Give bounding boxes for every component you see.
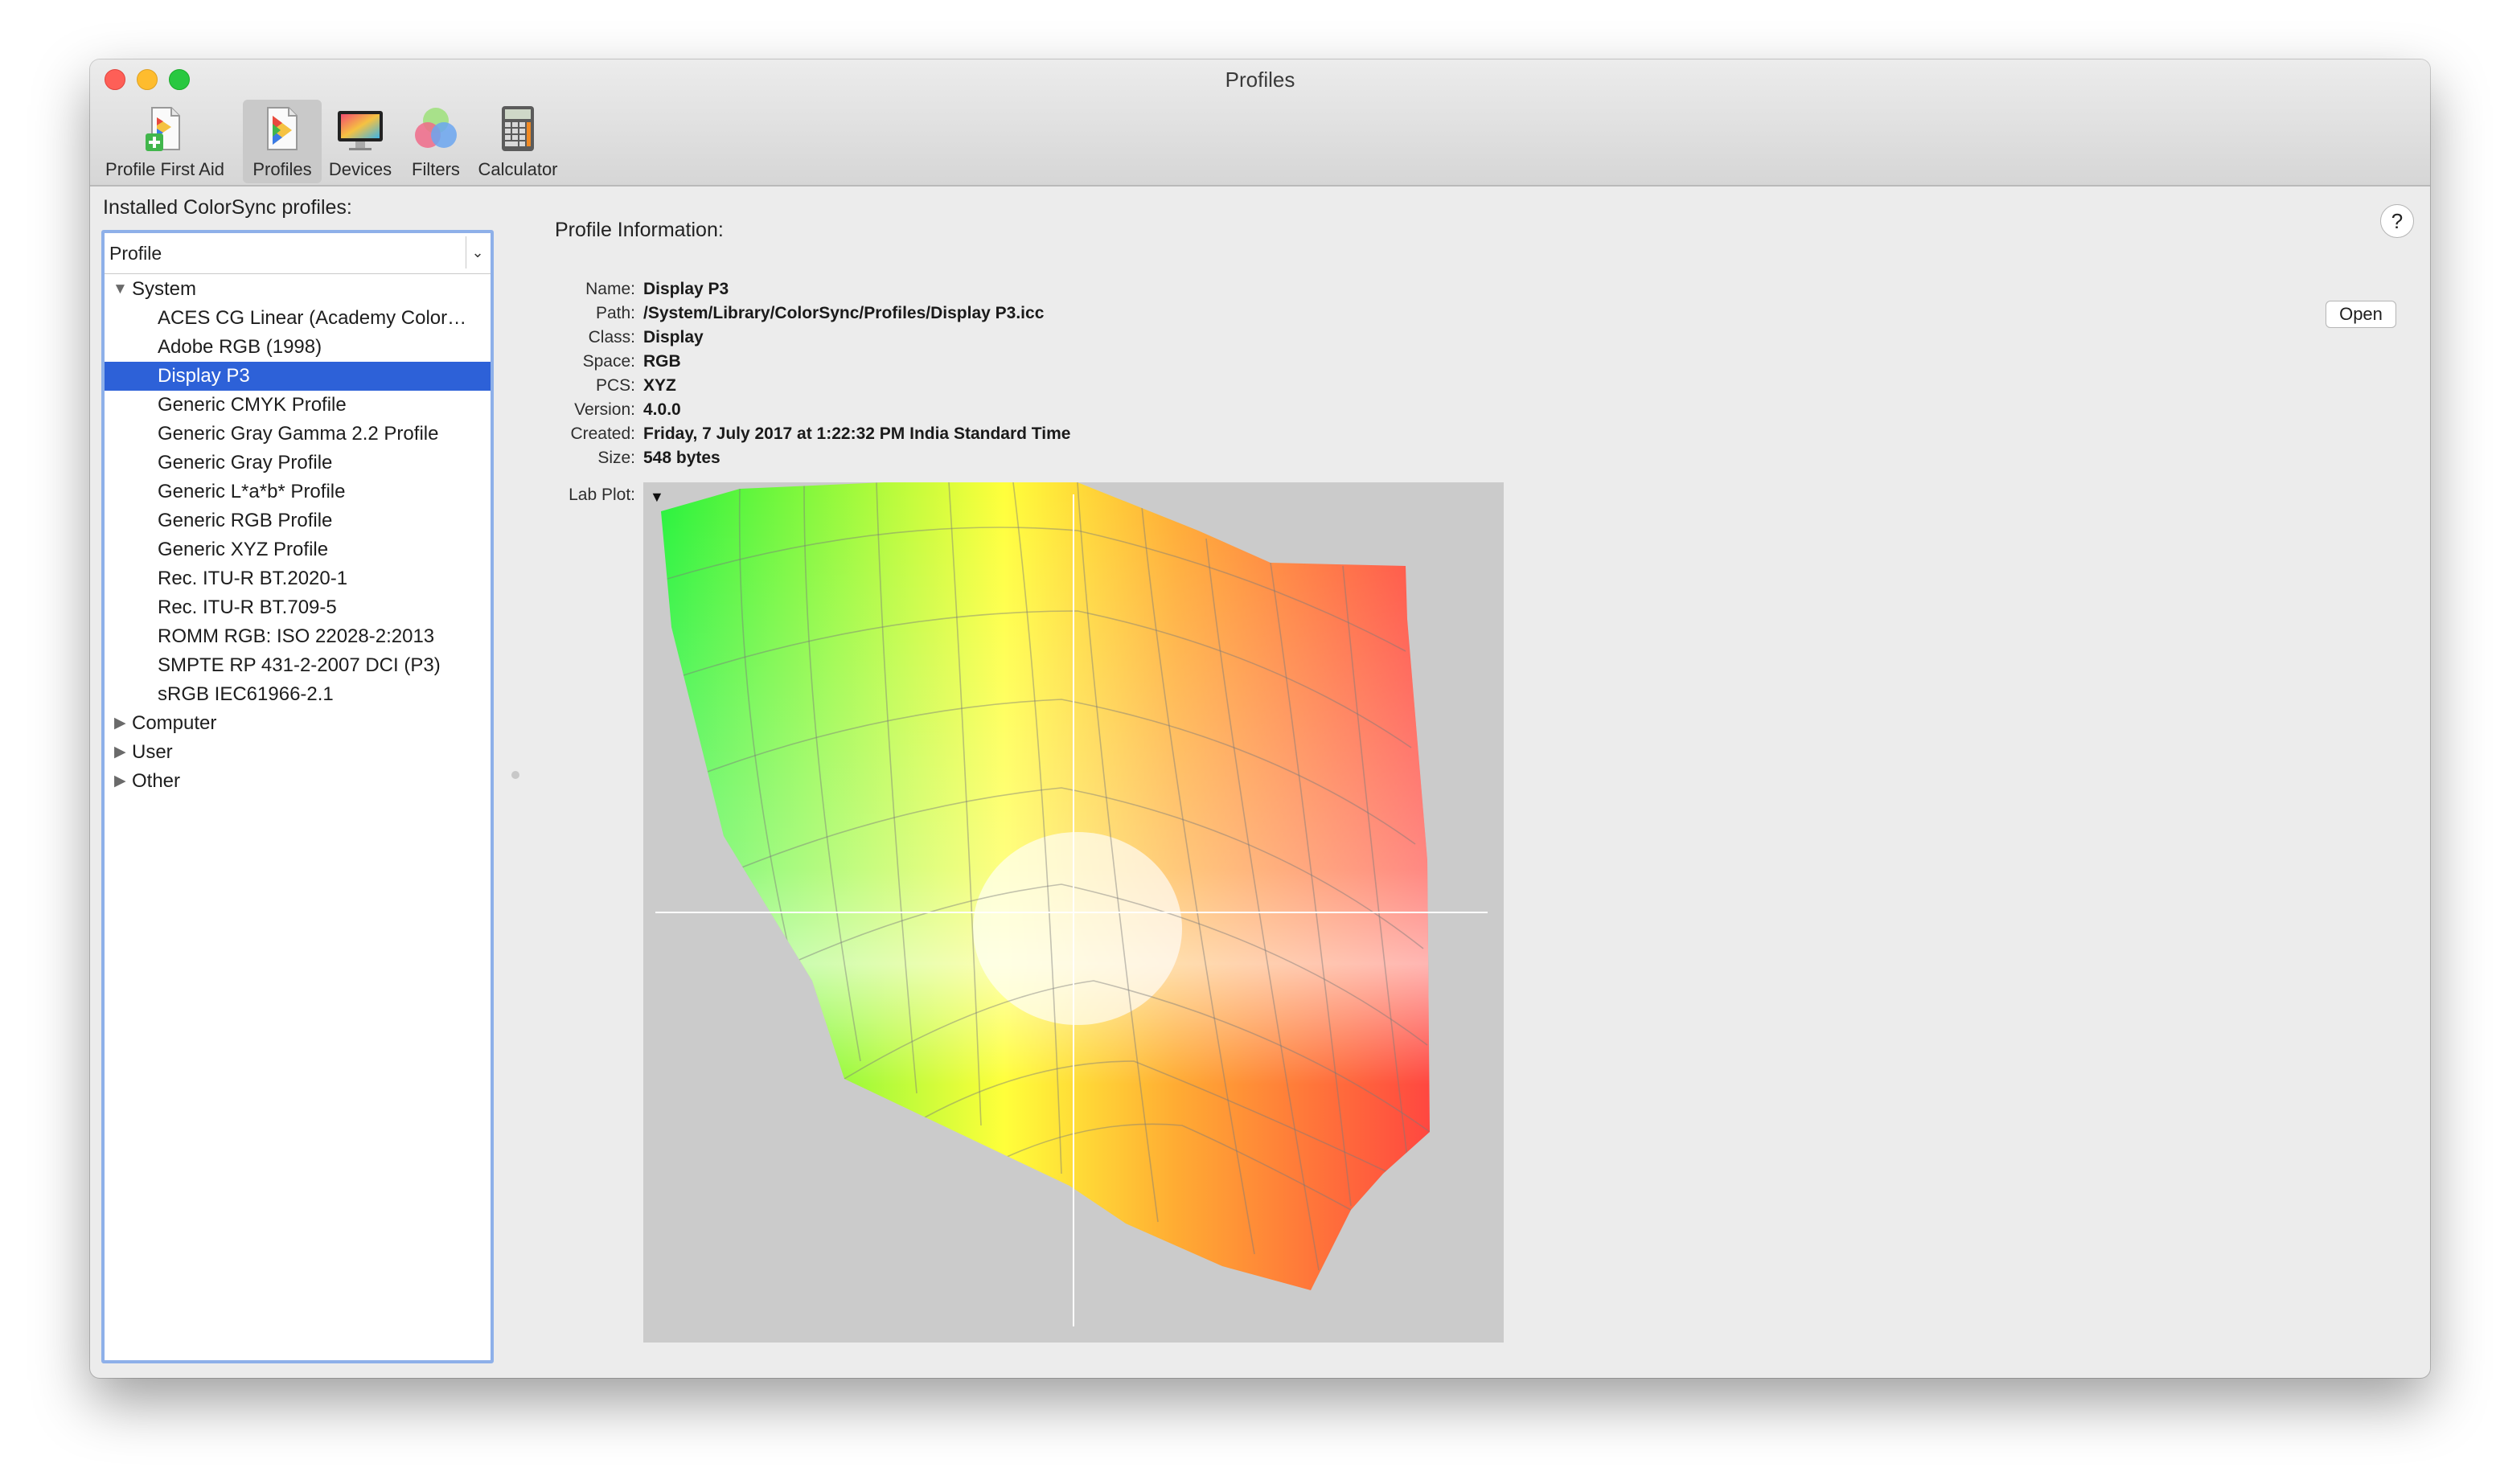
installed-profiles-title: Installed ColorSync profiles: (103, 196, 352, 219)
list-item[interactable]: ROMM RGB: ISO 22028-2:2013 (105, 622, 491, 651)
path-value: /System/Library/ColorSync/Profiles/Displ… (643, 304, 1045, 322)
size-value: 548 bytes (643, 449, 720, 467)
list-item-label: Rec. ITU-R BT.2020-1 (158, 568, 348, 589)
version-label: Version: (574, 400, 635, 419)
tab-devices[interactable]: Devices (322, 100, 399, 183)
name-value: Display P3 (643, 280, 729, 298)
list-item[interactable]: Rec. ITU-R BT.709-5 (105, 593, 491, 622)
group-label: User (132, 741, 173, 763)
chevron-down-icon[interactable]: ⌄ (466, 236, 489, 269)
tab-label: Filters (412, 159, 460, 179)
tab-label: Calculator (478, 159, 558, 179)
tab-label: Profiles (252, 159, 312, 179)
disclosure-collapsed-icon[interactable]: ▶ (114, 767, 126, 796)
open-button[interactable]: Open (2326, 301, 2396, 328)
tab-profiles[interactable]: Profiles (243, 100, 322, 183)
pcs-label: PCS: (595, 376, 635, 395)
disclosure-collapsed-icon[interactable]: ▶ (114, 709, 126, 738)
list-item-label: Generic RGB Profile (158, 510, 333, 531)
class-value: Display (643, 328, 704, 346)
toolbar: Profiles Profile First Aid Profiles Devi… (90, 59, 2430, 187)
list-item[interactable]: Rec. ITU-R BT.2020-1 (105, 564, 491, 593)
group-other[interactable]: ▶ Other (105, 767, 491, 796)
split-view-handle[interactable] (511, 771, 519, 779)
pcs-value: XYZ (643, 376, 676, 395)
group-label: Other (132, 770, 181, 792)
tab-label: Profile First Aid (105, 159, 224, 179)
tab-profile-first-aid[interactable]: Profile First Aid (90, 100, 240, 183)
version-value: 4.0.0 (643, 400, 681, 419)
group-computer[interactable]: ▶ Computer (105, 709, 491, 738)
calculator-icon (502, 106, 534, 151)
space-value: RGB (643, 352, 681, 371)
profiles-window: Profiles Profile First Aid Profiles Devi… (90, 59, 2430, 1378)
window-title: Profiles (1225, 68, 1295, 92)
profiles-icon (267, 107, 298, 150)
tab-filters[interactable]: Filters (399, 100, 473, 183)
column-header-label: Profile (109, 243, 162, 264)
list-item-label: ROMM RGB: ISO 22028-2:2013 (158, 625, 435, 647)
list-item-label: sRGB IEC61966-2.1 (158, 683, 334, 705)
disclosure-collapsed-icon[interactable]: ▶ (114, 738, 126, 767)
profile-first-aid-icon (146, 107, 180, 151)
group-label: Computer (132, 712, 217, 734)
lab-gamut-plot-graphic (655, 482, 1488, 1326)
profile-information-title: Profile Information: (555, 219, 724, 241)
space-label: Space: (582, 352, 635, 371)
group-user[interactable]: ▶ User (105, 738, 491, 767)
help-button[interactable]: ? (2380, 204, 2414, 238)
path-label: Path: (595, 304, 635, 322)
list-item[interactable]: Generic RGB Profile (105, 506, 491, 535)
list-item-label: Rec. ITU-R BT.709-5 (158, 596, 337, 618)
color-circles-icon (415, 108, 457, 148)
triangle-down-icon[interactable]: ▼ (650, 489, 664, 506)
lab-plot-label: Lab Plot: (569, 486, 635, 504)
list-column-header[interactable]: Profile ⌄ (105, 233, 491, 274)
tab-calculator[interactable]: Calculator (471, 100, 564, 183)
created-label: Created: (570, 424, 635, 443)
tab-label: Devices (328, 159, 392, 179)
list-item[interactable]: sRGB IEC61966-2.1 (105, 680, 491, 709)
display-icon (338, 111, 383, 150)
list-item[interactable]: SMPTE RP 431-2-2007 DCI (P3) (105, 651, 491, 680)
name-label: Name: (585, 280, 635, 298)
size-label: Size: (597, 449, 635, 467)
list-item-label: Generic XYZ Profile (158, 539, 329, 560)
list-item-label: SMPTE RP 431-2-2007 DCI (P3) (158, 654, 441, 676)
created-value: Friday, 7 July 2017 at 1:22:32 PM India … (643, 424, 1071, 443)
list-item[interactable]: Generic XYZ Profile (105, 535, 491, 564)
class-label: Class: (588, 328, 635, 346)
lab-plot[interactable] (643, 482, 1504, 1343)
